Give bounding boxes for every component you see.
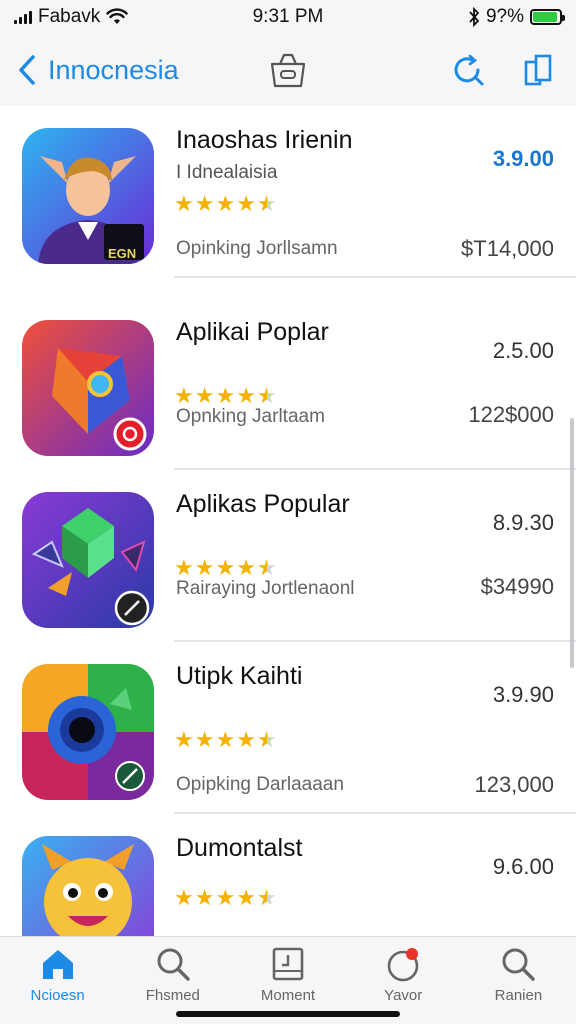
tab-label: Ncioesn [30,987,85,1004]
app-price-button[interactable]: $34990 [481,574,554,600]
rating-stars: ★ ★ ★ ★ ★ [174,383,277,409]
search-icon [157,948,190,981]
app-icon[interactable]: EGN [22,128,154,264]
tab-label: Ranien [494,987,543,1004]
star-icon: ★ [215,555,236,580]
app-meta: Opipking Darlaaaan [176,774,344,795]
app-meta: Opinking Jorllsamn [176,238,338,259]
star-icon: ★ [174,727,194,752]
rating-stars: ★ ★ ★ ★ ★ [174,555,277,581]
row-divider [174,276,576,278]
star-icon: ★ [194,383,215,408]
shield-app-icon [22,320,154,456]
scrollbar[interactable] [570,418,574,668]
star-icon: ★ [215,383,236,408]
status-right: 9?% [468,6,565,28]
app-title[interactable]: Utipk Kaihti [176,662,302,691]
tab-ranien[interactable]: Ranien [461,937,576,1024]
app-title[interactable]: Dumontalst [176,834,302,863]
star-icon: ★ [215,191,236,216]
star-icon: ★ [194,191,215,216]
app-price-button[interactable]: 122$000 [468,402,554,428]
status-left: Fabavk [14,6,129,28]
app-row[interactable]: EGN Inaoshas Irienin I Idnealaisia ★ ★ ★ ★ ★… [0,106,576,278]
app-price-button[interactable]: 123,000 [474,772,554,798]
wifi-icon [106,8,129,24]
app-version: 9.6.00 [492,854,554,879]
star-icon: ★ [174,383,194,408]
app-title[interactable]: Inaoshas Irienin [176,126,353,155]
star-icon: ★ [215,885,236,910]
app-list: EGN Inaoshas Irienin I Idnealaisia ★ ★ ★ ★ ★… [0,106,576,936]
search-icon [502,948,536,981]
star-icon: ★ [236,727,256,752]
home-icon [42,950,73,979]
tab-label: Moment [260,987,316,1004]
rating-stars: ★ ★ ★ ★ ★ [174,727,277,753]
app-icon[interactable] [22,664,154,800]
app-icon[interactable] [22,320,154,456]
status-bar: Fabavk 9:31 PM 9?% [0,0,576,34]
signal-icon [14,10,32,24]
nav-actions [450,52,556,88]
rating-stars: ★ ★ ★ ★ ★ [174,885,277,911]
tab-label: Yavor [384,987,423,1004]
gear-app-icon [22,664,154,800]
star-icon: ★ [174,191,194,216]
app-version: 2.5.00 [492,338,554,363]
smiley-app-icon [22,836,154,936]
star-icon: ★ [194,555,215,580]
app-price-button[interactable]: $T14,000 [461,236,554,262]
app-row[interactable]: Dumontalst ★★★★★ 9.6.00 [0,814,576,936]
app-row[interactable]: Utipk Kaihti ★★★★★ Opipking Darlaaaan 3.… [0,642,576,814]
star-icon: ★ [257,556,277,581]
notification-icon [387,948,419,982]
star-icon: ★ [215,727,236,752]
battery-level [533,12,557,22]
tab-home[interactable]: Ncioesn [0,937,115,1024]
app-icon[interactable] [22,492,154,628]
nav-bar: Innocnesia [0,34,576,106]
battery-icon [530,9,565,25]
store-basket-icon[interactable] [266,50,310,90]
app-version: 3.9.00 [492,146,554,171]
app-title[interactable]: Aplikas Popular [176,490,350,519]
battery-percent: 9?% [485,6,524,27]
app-meta: Rairaying Jortlenaonl [176,578,355,599]
share-icon[interactable] [520,52,556,88]
star-icon: ★ [236,191,256,216]
star-icon: ★ [257,886,277,911]
star-icon: ★ [257,192,277,217]
star-icon: ★ [194,727,215,752]
app-meta: Opnking Jarltaam [176,406,325,427]
rating-stars: ★ ★ ★ ★ ★ [174,191,277,217]
calendar-icon [272,947,304,981]
app-row[interactable]: Aplikai Poplar ★★★★★ Opnking Jarltaam 2.… [0,298,576,470]
star-icon: ★ [257,728,277,753]
app-icon-badge: EGN [108,246,137,261]
star-icon: ★ [236,555,256,580]
back-button[interactable]: Innocnesia [16,54,179,86]
bluetooth-icon [469,7,480,27]
refresh-search-icon[interactable] [450,52,486,88]
star-icon: ★ [236,383,256,408]
character-app-icon [22,128,154,264]
star-icon: ★ [236,885,256,910]
app-icon[interactable] [22,836,154,936]
app-version: 3.9.90 [492,682,554,707]
app-version: 8.9.30 [492,510,554,535]
chevron-left-icon [19,55,35,85]
app-row[interactable]: Aplikas Popular ★★★★★ Rairaying Jortlena… [0,470,576,642]
back-label: Innocnesia [48,54,179,85]
app-subtitle: I Idnealaisia [176,162,278,183]
star-icon: ★ [174,555,194,580]
star-icon: ★ [194,885,215,910]
carrier-name: Fabavk [38,6,101,27]
app-title[interactable]: Aplikai Poplar [176,318,329,347]
star-icon: ★ [257,384,277,409]
tab-label: Fhsmed [145,987,200,1004]
cube-app-icon [22,492,154,628]
star-icon: ★ [174,885,194,910]
home-indicator [176,1011,400,1017]
